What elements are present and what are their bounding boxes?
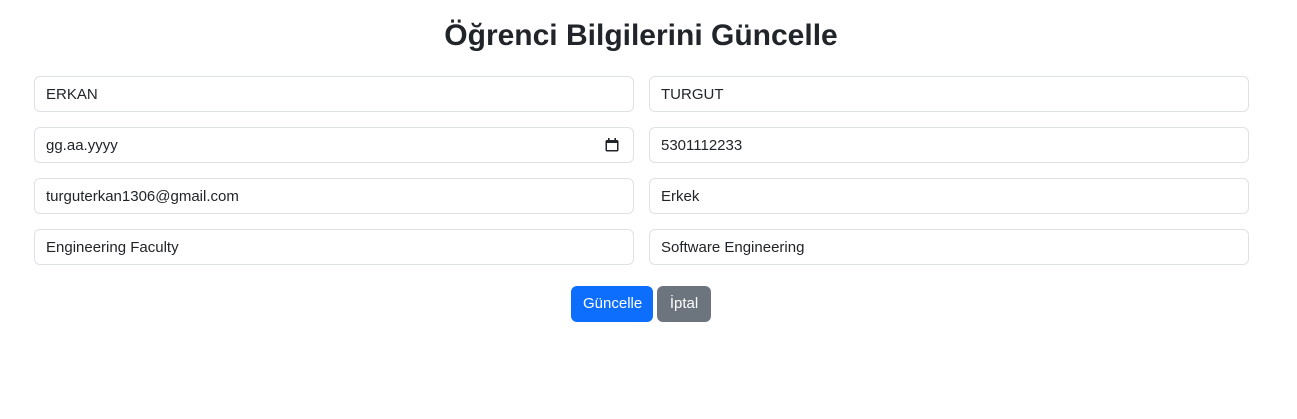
first-name-field-wrapper	[34, 76, 634, 112]
first-name-field[interactable]	[35, 77, 633, 111]
birth-date-field[interactable]	[35, 128, 633, 162]
page-title: Öğrenci Bilgilerini Güncelle	[444, 19, 838, 52]
form-actions: Güncelle İptal	[571, 286, 711, 322]
email-field-wrapper	[34, 178, 634, 214]
student-update-form	[34, 76, 1249, 265]
cancel-button[interactable]: İptal	[657, 286, 711, 322]
phone-field[interactable]	[650, 128, 1248, 162]
gender-field-wrapper	[649, 178, 1249, 214]
update-button[interactable]: Güncelle	[571, 286, 653, 322]
department-field[interactable]	[650, 230, 1248, 264]
phone-field-wrapper	[649, 127, 1249, 163]
page: Öğrenci Bilgilerini Güncelle ERKAN TURGU…	[0, 0, 1297, 419]
birth-date-field-wrapper	[34, 127, 634, 163]
last-name-field-wrapper	[649, 76, 1249, 112]
department-field-wrapper	[649, 229, 1249, 265]
faculty-field-wrapper	[34, 229, 634, 265]
last-name-field[interactable]	[650, 77, 1248, 111]
faculty-field[interactable]	[35, 230, 633, 264]
gender-field[interactable]	[650, 179, 1248, 213]
email-field[interactable]	[35, 179, 633, 213]
